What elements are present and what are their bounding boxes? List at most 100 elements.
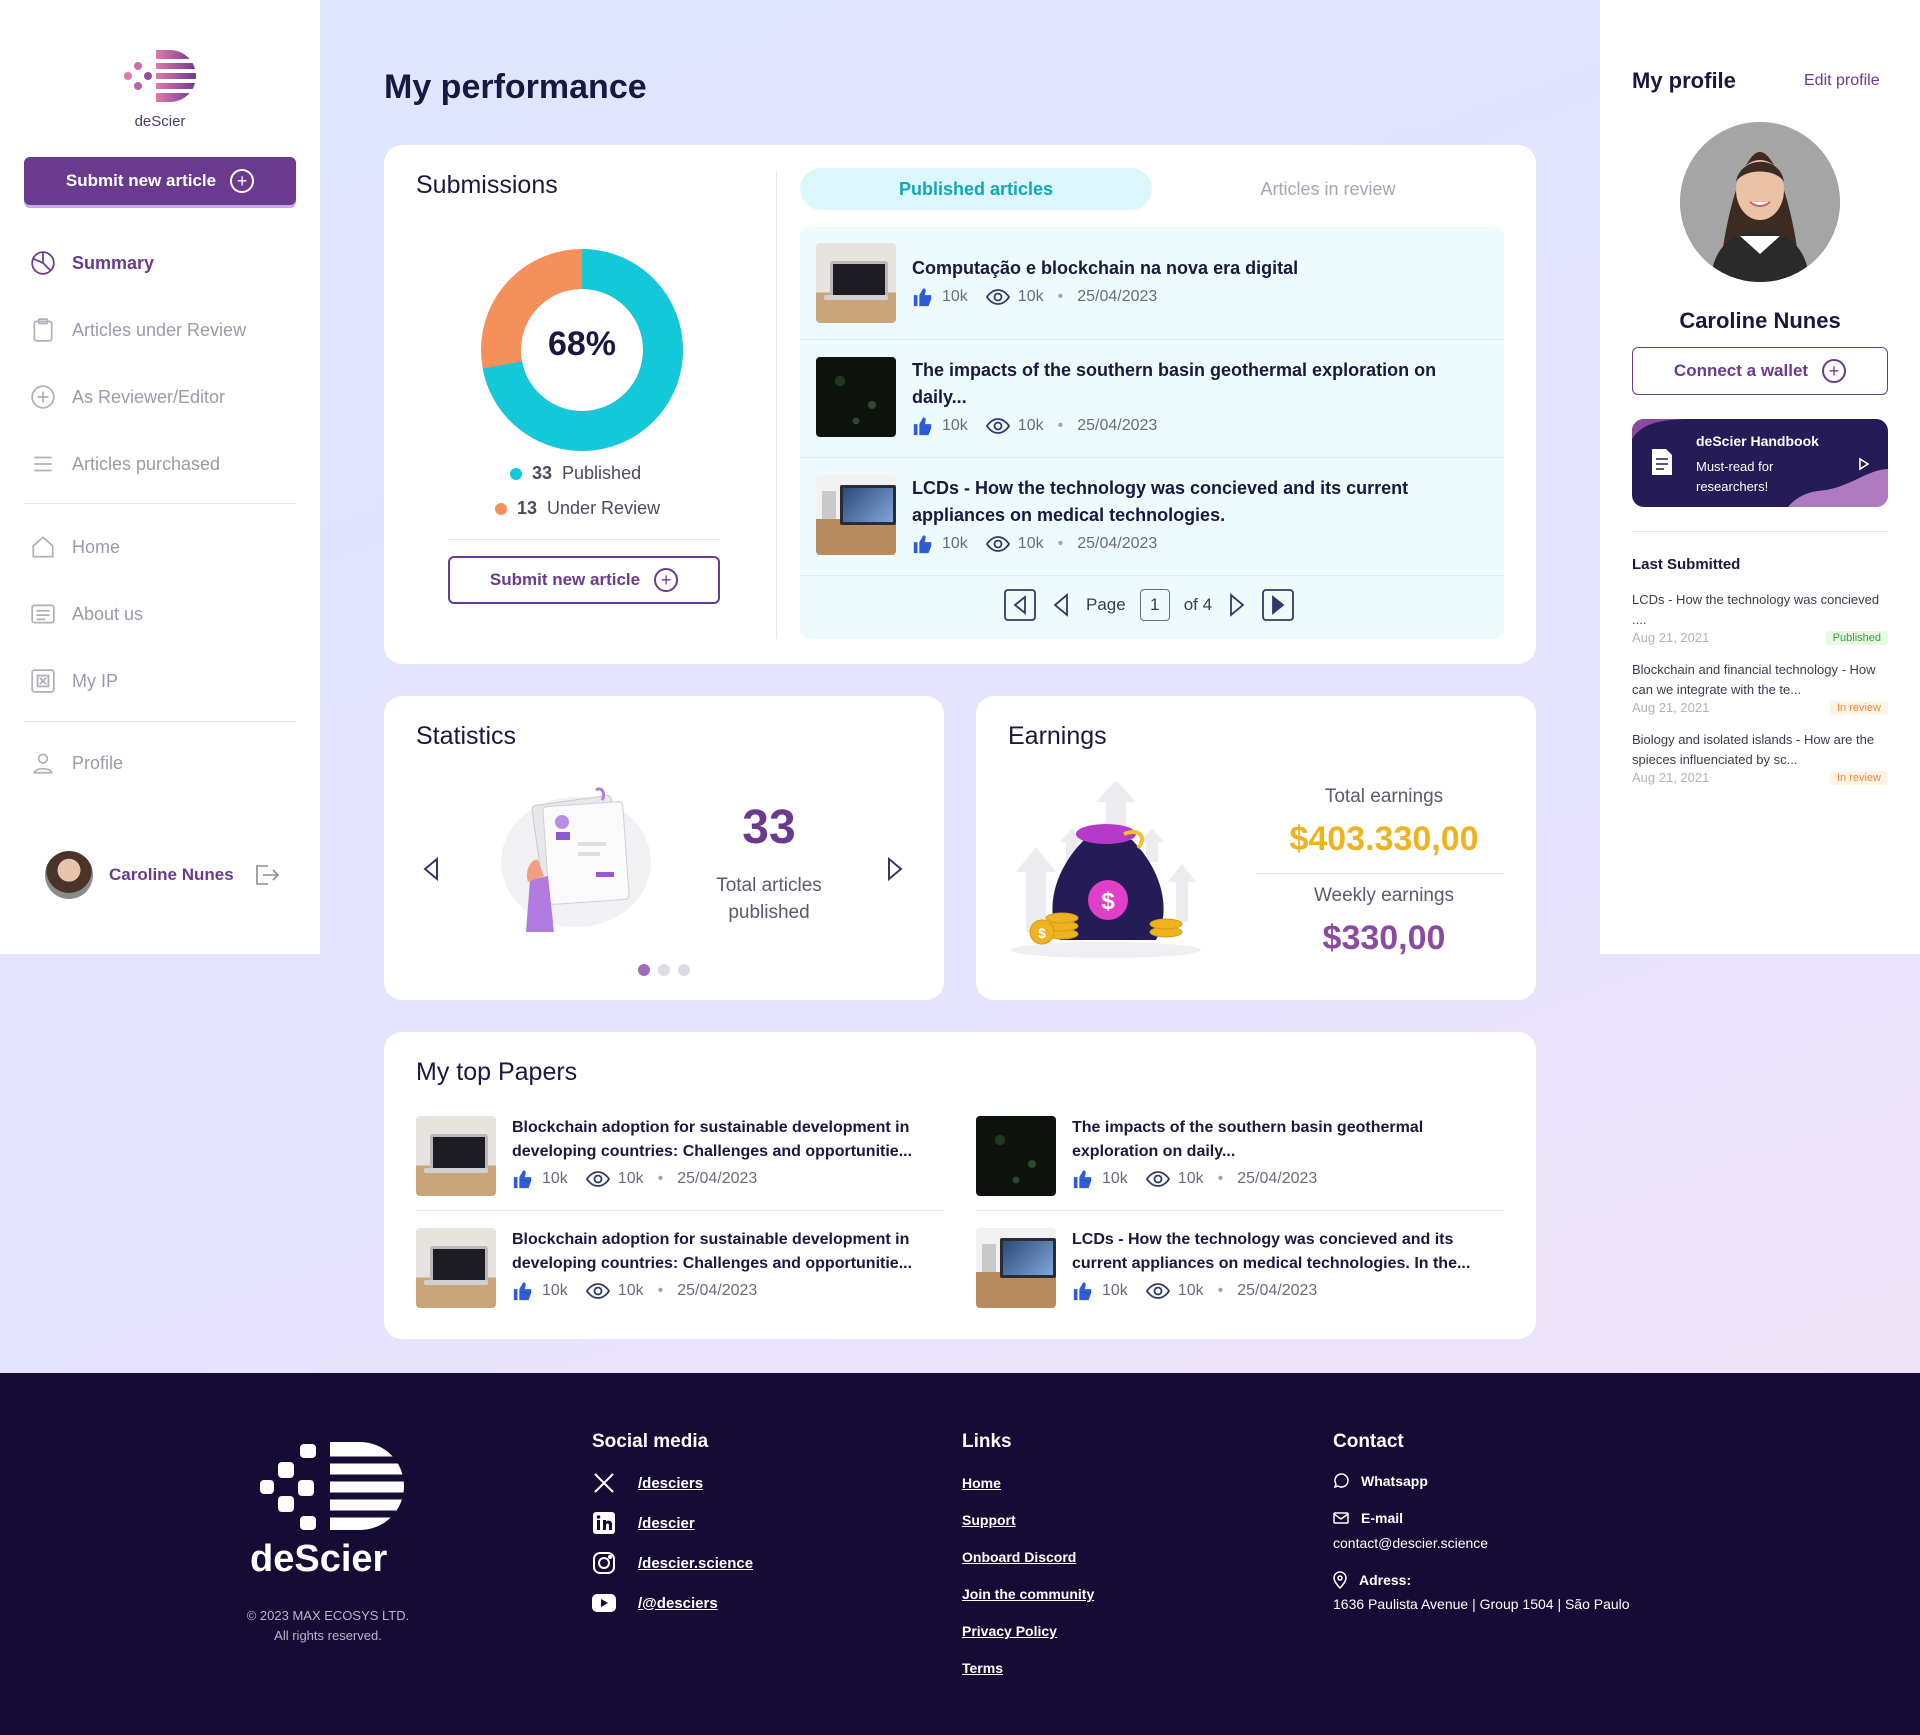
footer-link-privacy[interactable]: Privacy Policy: [962, 1623, 1057, 1639]
carousel-prev-icon[interactable]: [420, 856, 442, 882]
svg-text:$: $: [1101, 888, 1115, 915]
list-icon: [34, 456, 52, 472]
location-pin-icon: [1333, 1571, 1347, 1589]
edit-profile-link[interactable]: Edit profile: [1804, 72, 1880, 90]
thumbs-up-icon: [913, 535, 932, 554]
last-submitted-item[interactable]: Biology and isolated islands - How are t…: [1632, 730, 1888, 785]
carousel-dot[interactable]: [638, 964, 650, 976]
user-chip[interactable]: Caroline Nunes: [45, 851, 280, 899]
nav-as-reviewer-editor[interactable]: As Reviewer/Editor: [30, 382, 290, 412]
separator-dot: •: [657, 1282, 664, 1299]
prev-page-icon[interactable]: [1050, 592, 1072, 618]
separator-dot: •: [1217, 1282, 1224, 1299]
top-paper-item[interactable]: Blockchain adoption for sustainable deve…: [416, 1116, 944, 1196]
home-icon: [32, 536, 54, 558]
nav-my-ip[interactable]: My IP: [30, 666, 290, 696]
paper-title: Blockchain adoption for sustainable deve…: [512, 1231, 913, 1272]
article-thumbnail: [816, 243, 896, 323]
page-label: Page: [1086, 595, 1126, 614]
published-count: 33: [532, 463, 553, 483]
social-media-title: Social media: [592, 1431, 709, 1452]
article-meta: 10k 10k • 25/04/2023: [912, 533, 1484, 555]
whatsapp-icon: [1333, 1473, 1349, 1489]
divider: [1256, 873, 1504, 874]
likes-count: 10k: [542, 1282, 568, 1299]
top-paper-item[interactable]: The impacts of the southern basin geothe…: [976, 1116, 1504, 1196]
tab-articles-in-review[interactable]: Articles in review: [1152, 168, 1504, 210]
divider: [24, 503, 296, 504]
carousel-next-icon[interactable]: [884, 856, 906, 882]
last-submitted-item[interactable]: Blockchain and financial technology - Ho…: [1632, 660, 1888, 715]
nav-articles-under-review[interactable]: Articles under Review: [30, 315, 290, 345]
first-page-icon[interactable]: [1004, 589, 1036, 621]
footer-link-discord[interactable]: Onboard Discord: [962, 1549, 1076, 1565]
thumbs-up-icon: [1073, 1170, 1092, 1189]
nav-label: Articles under Review: [72, 319, 247, 340]
legend-dot: [510, 467, 522, 480]
nav-home[interactable]: Home: [30, 532, 290, 562]
submissions-card: Submissions 68% 33 Published 13 Under Re…: [384, 145, 1536, 664]
logout-icon[interactable]: [254, 864, 280, 886]
plus-circle-icon: +: [1822, 359, 1847, 383]
divider: [800, 339, 1504, 340]
list-item[interactable]: The impacts of the southern basin geothe…: [800, 357, 1500, 445]
article-date: 25/04/2023: [1077, 535, 1158, 552]
separator-dot: •: [1057, 288, 1064, 305]
last-page-icon[interactable]: [1262, 589, 1294, 621]
social-x-link[interactable]: /desciers: [592, 1471, 703, 1495]
footer-link-home[interactable]: Home: [962, 1475, 1001, 1491]
footer-brand-name: deScier: [250, 1538, 388, 1580]
contact-email[interactable]: contact@descier.science: [1333, 1535, 1488, 1551]
top-paper-item[interactable]: Blockchain adoption for sustainable deve…: [416, 1228, 944, 1308]
paper-date: 25/04/2023: [677, 1170, 758, 1187]
submit-label: Submit new article: [489, 570, 641, 589]
likes-count: 10k: [942, 417, 968, 434]
thumbs-up-icon: [513, 1282, 532, 1301]
likes-count: 10k: [1102, 1170, 1128, 1187]
last-submitted-item[interactable]: LCDs - How the technology was concieved …: [1632, 590, 1888, 645]
submit-new-article-button[interactable]: Submit new article +: [24, 157, 296, 205]
nav-articles-purchased[interactable]: Articles purchased: [30, 449, 290, 479]
social-instagram-link[interactable]: /descier.science: [592, 1551, 753, 1575]
handbook-banner[interactable]: deScier Handbook Must-read for researche…: [1632, 419, 1888, 507]
nav-summary[interactable]: Summary: [30, 248, 290, 278]
list-item[interactable]: LCDs - How the technology was concieved …: [800, 475, 1500, 563]
divider: [24, 721, 296, 722]
carousel-dot[interactable]: [658, 964, 670, 976]
statistics-number: 33: [742, 801, 796, 854]
last-submitted-item-meta: Aug 21, 2021 In review: [1632, 770, 1888, 785]
connect-wallet-button[interactable]: Connect a wallet +: [1632, 347, 1888, 395]
social-linkedin-link[interactable]: /descier: [592, 1511, 695, 1535]
tab-published-articles[interactable]: Published articles: [800, 168, 1152, 210]
footer-link-support[interactable]: Support: [962, 1512, 1016, 1528]
eye-icon: [585, 1171, 610, 1187]
carousel-dot[interactable]: [678, 964, 690, 976]
nav-profile[interactable]: Profile: [30, 748, 290, 778]
article-thumbnail: [816, 357, 896, 437]
divider: [416, 1210, 944, 1211]
list-item[interactable]: Computação e blockchain na nova era digi…: [800, 243, 1500, 331]
paper-title: LCDs - How the technology was concieved …: [1072, 1231, 1471, 1272]
article-title: LCDs - How the technology was concieved …: [912, 478, 1409, 525]
footer-link-terms[interactable]: Terms: [962, 1660, 1003, 1676]
youtube-icon: [592, 1591, 616, 1615]
top-paper-item[interactable]: LCDs - How the technology was concieved …: [976, 1228, 1504, 1308]
page-total: of 4: [1183, 595, 1213, 614]
contact-address-heading: Adress:: [1333, 1571, 1411, 1589]
linkedin-icon: [592, 1511, 616, 1535]
views-count: 10k: [1177, 1170, 1204, 1187]
profile-photo: [1680, 122, 1840, 282]
published-label: Published: [562, 463, 642, 483]
next-page-icon[interactable]: [1226, 592, 1248, 618]
nav-about-us[interactable]: About us: [30, 599, 290, 629]
submit-new-article-outline-button[interactable]: Submit new article +: [448, 556, 720, 604]
rights: All rights reserved.: [274, 1628, 382, 1643]
document-illustration: [501, 787, 651, 932]
likes-count: 10k: [1102, 1282, 1128, 1299]
article-date: 25/04/2023: [1077, 288, 1158, 305]
footer-link-community[interactable]: Join the community: [962, 1586, 1094, 1602]
brand-logo[interactable]: deScier: [115, 48, 205, 130]
page-number-input[interactable]: 1: [1139, 589, 1170, 621]
contact-whatsapp[interactable]: Whatsapp: [1333, 1473, 1428, 1489]
social-youtube-link[interactable]: /@desciers: [592, 1591, 718, 1615]
